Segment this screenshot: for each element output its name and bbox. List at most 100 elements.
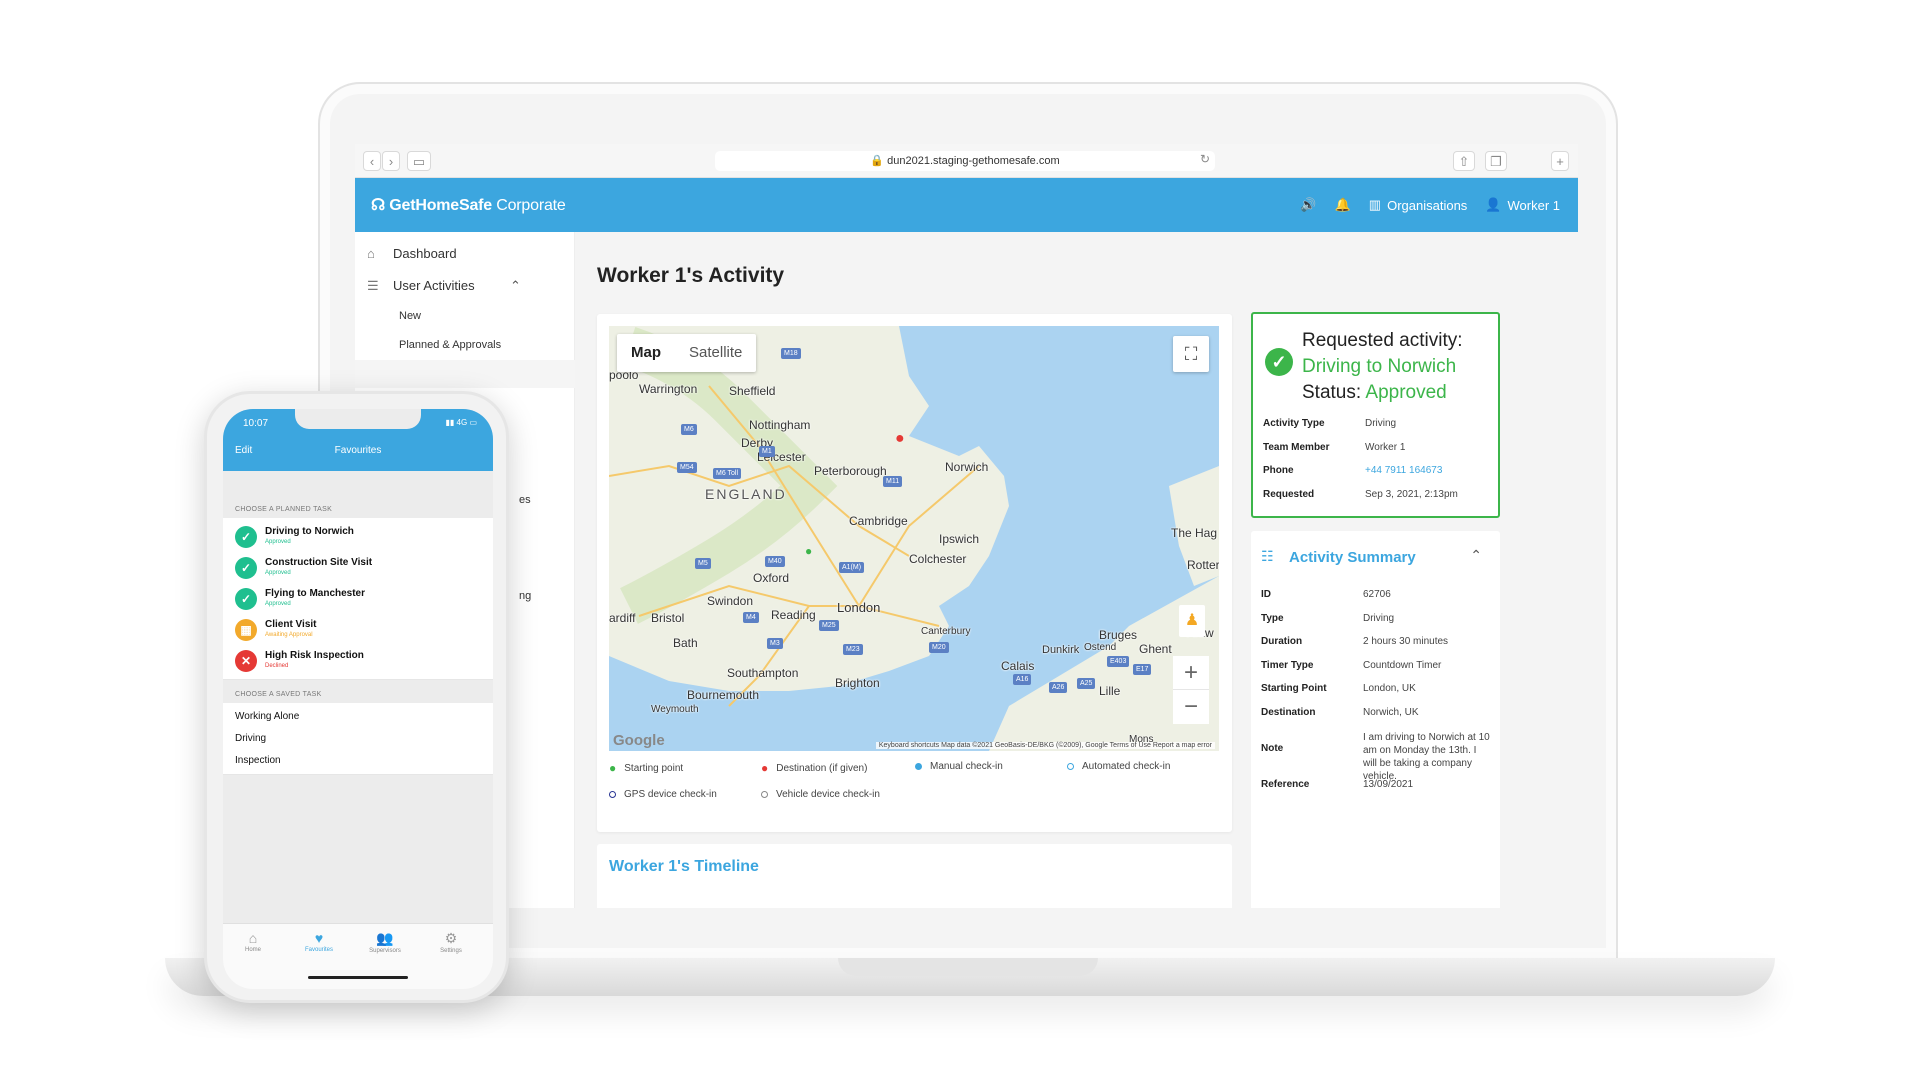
sidebar-toggle-icon[interactable]: ▭ xyxy=(407,151,431,171)
request-summary: Requested activity: Driving to Norwich S… xyxy=(1302,328,1463,406)
legend-label: Manual check-in xyxy=(930,761,1003,772)
sidebar-item-dashboard[interactable]: ⌂ Dashboard xyxy=(355,246,575,274)
row-value: 62706 xyxy=(1363,589,1391,600)
brand-logo[interactable]: ☊ GetHomeSafe Corporate xyxy=(371,195,566,215)
row-value: Norwich, UK xyxy=(1363,707,1419,718)
task-name: High Risk Inspection xyxy=(265,650,364,661)
check-circle-icon: ✓ xyxy=(235,557,257,579)
task-status: Approved xyxy=(265,601,291,607)
destination-pin-icon[interactable]: ● xyxy=(895,430,905,448)
map-label: Norwich xyxy=(945,460,989,474)
tab-label: Home xyxy=(244,947,261,953)
row-key: Type xyxy=(1261,613,1284,624)
chevron-up-icon[interactable]: ⌃ xyxy=(1470,547,1482,564)
forward-icon[interactable]: › xyxy=(382,151,400,171)
row-value: London, UK xyxy=(1363,683,1416,694)
road-badge: E403 xyxy=(1107,656,1130,667)
checklist-icon: ☷ xyxy=(1261,548,1274,564)
tabs-icon[interactable]: ❐ xyxy=(1485,151,1507,171)
map-label: London xyxy=(837,600,881,615)
sidebar-item-label: User Activities xyxy=(393,278,475,293)
user-menu[interactable]: 👤 Worker 1 xyxy=(1485,197,1560,213)
tab-settings[interactable]: ⚙ Settings xyxy=(421,930,481,954)
logo-icon: ☊ xyxy=(371,197,390,214)
satellite-tab[interactable]: Satellite xyxy=(675,334,756,372)
sidebar-item-user-activities[interactable]: ☰ User Activities ⌃ xyxy=(355,278,575,306)
blue-dot-icon xyxy=(915,763,922,770)
summary-title[interactable]: Activity Summary xyxy=(1289,549,1416,566)
map-label: Peterborough xyxy=(814,464,887,478)
tab-supervisors[interactable]: 👥 Supervisors xyxy=(355,930,415,954)
road-badge: M40 xyxy=(765,556,785,567)
map-label: Bruges xyxy=(1099,628,1138,642)
road-badge: A26 xyxy=(1049,682,1068,693)
status-label: Status: xyxy=(1302,382,1362,403)
chevron-up-icon[interactable]: ⌃ xyxy=(510,278,521,294)
map-card: poolo Warrington Sheffield Nottingham De… xyxy=(597,314,1232,832)
phone-screen: 10:07 ▮▮ 4G ▭ Edit Favourites CHOOSE A P… xyxy=(223,409,493,989)
start-pin-icon[interactable]: ● xyxy=(805,544,812,558)
zoom-in-button[interactable]: + xyxy=(1173,656,1209,690)
road-badge: M11 xyxy=(883,476,903,487)
activity-map[interactable]: poolo Warrington Sheffield Nottingham De… xyxy=(609,326,1219,751)
legend-label: GPS device check-in xyxy=(624,789,717,800)
map-tab[interactable]: Map xyxy=(617,334,675,372)
legend-item: Vehicle device check-in xyxy=(761,789,880,800)
road-badge: M5 xyxy=(695,558,711,569)
phone-title: Favourites xyxy=(334,445,382,456)
close-circle-icon: ✕ xyxy=(235,650,257,672)
red-pin-icon: ● xyxy=(761,761,769,775)
main-content: Worker 1's Activity poolo Warrington She… xyxy=(575,232,1578,908)
back-icon[interactable]: ‹ xyxy=(363,151,381,171)
sidebar-subitem-new[interactable]: New xyxy=(355,310,575,334)
phone-notch xyxy=(295,409,421,429)
saved-task-item[interactable]: Inspection xyxy=(223,747,493,775)
phone-link[interactable]: +44 7911 164673 xyxy=(1365,465,1495,476)
map-label: Calais xyxy=(1001,659,1035,673)
legend-item: Automated check-in xyxy=(1067,761,1170,772)
task-name: Flying to Manchester xyxy=(265,588,366,599)
bell-icon[interactable]: 🔔 xyxy=(1335,197,1351,213)
status-badge: Approved xyxy=(1365,382,1447,403)
new-tab-icon[interactable]: + xyxy=(1551,151,1569,171)
check-circle-icon: ✓ xyxy=(235,588,257,610)
map-label: Ostend xyxy=(1084,642,1117,653)
request-heading: Requested activity: xyxy=(1302,330,1463,351)
activity-summary-card: ☷ Activity Summary ⌃ ID 62706 Type Driving… xyxy=(1251,531,1500,908)
map-label: Ghent xyxy=(1139,642,1172,656)
tab-home[interactable]: ⌂ Home xyxy=(223,930,283,953)
sidebar-item-label: Dashboard xyxy=(393,246,457,261)
building-icon: ▥ xyxy=(1368,197,1382,212)
row-value: 2 hours 30 minutes xyxy=(1363,636,1449,647)
map-label: Reading xyxy=(771,608,816,622)
broadcast-icon[interactable]: 🔊 xyxy=(1300,197,1316,213)
map-label: Sheffield xyxy=(729,384,776,398)
tab-favourites[interactable]: ♥ Favourites xyxy=(289,930,349,953)
map-attribution[interactable]: Keyboard shortcuts Map data ©2021 GeoBas… xyxy=(875,742,1215,749)
app-header: ☊ GetHomeSafe Corporate 🔊 🔔 ▥ Organisatio… xyxy=(355,178,1578,232)
reload-icon[interactable]: ↻ xyxy=(1200,152,1210,166)
row-key: Requested xyxy=(1263,489,1315,500)
map-label: Cambridge xyxy=(849,514,908,528)
map-label: Nottingham xyxy=(749,418,811,432)
share-icon[interactable]: ⇧ xyxy=(1453,151,1475,171)
map-label: Warrington xyxy=(639,382,698,396)
signal-icon: ▮▮ 4G ▭ xyxy=(445,418,477,427)
url-text: dun2021.staging-gethomesafe.com xyxy=(887,155,1060,167)
legend-label: Destination (if given) xyxy=(776,762,868,774)
sidebar-subitem-active[interactable] xyxy=(355,360,575,388)
legend-label: Vehicle device check-in xyxy=(776,789,880,800)
sidebar-item-label: es xyxy=(519,494,531,506)
task-status: Approved xyxy=(265,539,291,545)
row-value: Countdown Timer xyxy=(1363,660,1442,671)
pegman-icon[interactable]: ♟ xyxy=(1179,605,1205,637)
zoom-out-button[interactable]: − xyxy=(1173,690,1209,724)
address-bar[interactable]: 🔒 dun2021.staging-gethomesafe.com xyxy=(715,151,1215,171)
planned-task-item[interactable]: ✕ High Risk Inspection Declined xyxy=(223,642,493,680)
organisations-link[interactable]: ▥ Organisations xyxy=(1369,197,1468,213)
fullscreen-icon[interactable]: ⛶ xyxy=(1173,336,1209,372)
legend-item: Manual check-in xyxy=(915,761,1003,772)
calendar-icon: ▦ xyxy=(235,619,257,641)
map-label: Swindon xyxy=(707,594,754,608)
map-type-toggle: Map Satellite xyxy=(617,334,757,372)
